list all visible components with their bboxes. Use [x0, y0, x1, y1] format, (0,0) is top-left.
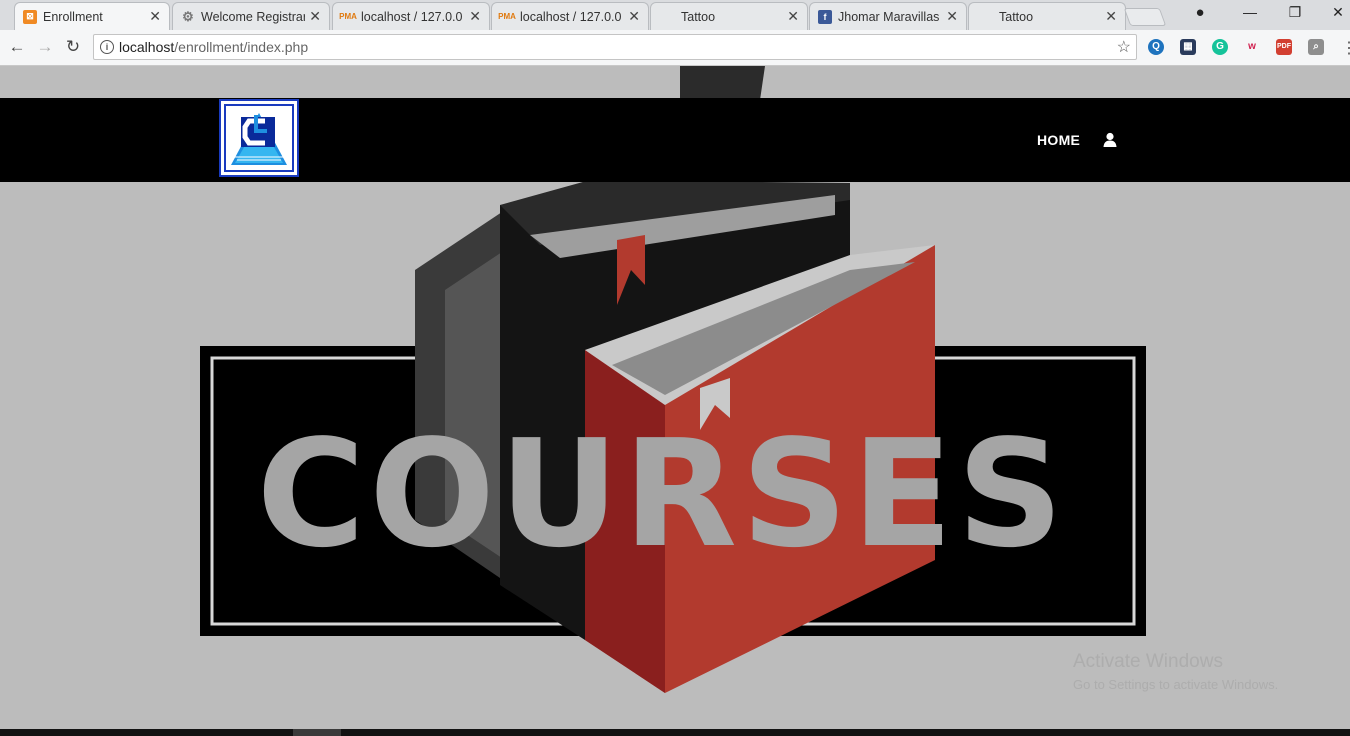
- hero-courses-text: COURSES: [257, 408, 1068, 580]
- close-tab-icon[interactable]: ✕: [946, 8, 958, 25]
- browser-toolbar: ← → ↻ i localhost/enrollment/index.php ☆…: [0, 30, 1350, 66]
- restore-button[interactable]: ❐: [1285, 4, 1305, 21]
- info-icon[interactable]: i: [100, 40, 114, 54]
- close-tab-icon[interactable]: ✕: [309, 8, 321, 25]
- close-tab-icon[interactable]: ✕: [628, 8, 640, 25]
- back-arrow-icon[interactable]: ←: [6, 37, 28, 57]
- xampp-icon: ⊠: [23, 9, 37, 24]
- extension-w-icon[interactable]: w: [1244, 39, 1260, 55]
- extension-search-icon[interactable]: Q: [1148, 39, 1164, 55]
- os-taskbar: [0, 729, 1350, 736]
- tab-facebook[interactable]: f Jhomar Maravillas ✕: [809, 2, 967, 30]
- tab-title: Tattoo: [999, 9, 1034, 24]
- nav-home-link[interactable]: HOME: [1037, 132, 1080, 148]
- windows-watermark-subtitle: Go to Settings to activate Windows.: [1073, 677, 1279, 692]
- tab-title: Welcome Registrar: [201, 9, 306, 24]
- taskbar-item[interactable]: [293, 729, 341, 736]
- phpmyadmin-icon: PMA: [339, 12, 357, 21]
- tab-title: Tattoo: [681, 9, 716, 24]
- gear-icon: ⚙: [182, 8, 194, 24]
- tab-title: Enrollment: [43, 9, 103, 24]
- reload-icon[interactable]: ↻: [62, 37, 84, 57]
- close-tab-icon[interactable]: ✕: [149, 8, 161, 25]
- close-tab-icon[interactable]: ✕: [1105, 8, 1117, 25]
- tab-title: localhost / 127.0.0: [361, 9, 463, 24]
- url-text[interactable]: localhost/enrollment/index.php: [119, 39, 308, 55]
- close-tab-icon[interactable]: ✕: [469, 8, 481, 25]
- browser-menu-icon[interactable]: ⋮: [1341, 38, 1350, 58]
- new-tab-button[interactable]: [1123, 8, 1167, 26]
- minimize-button[interactable]: —: [1240, 4, 1260, 20]
- pdf-extension-icon[interactable]: PDF: [1276, 39, 1292, 55]
- facebook-icon: f: [818, 9, 832, 24]
- tab-tattoo-2[interactable]: Tattoo ✕: [968, 2, 1126, 30]
- windows-watermark-title: Activate Windows: [1073, 651, 1223, 672]
- tab-tattoo-1[interactable]: Tattoo ✕: [650, 2, 808, 30]
- grammarly-icon[interactable]: G: [1212, 39, 1228, 55]
- school-logo-emblem: [224, 104, 294, 172]
- tab-enrollment[interactable]: ⊠ Enrollment ✕: [14, 2, 170, 30]
- tab-title: Jhomar Maravillas: [838, 9, 940, 24]
- address-bar[interactable]: i localhost/enrollment/index.php ☆: [93, 34, 1137, 60]
- bookmark-star-icon[interactable]: ☆: [1117, 37, 1131, 57]
- extension-magnifier-icon[interactable]: ⌕: [1308, 39, 1324, 55]
- tab-title: localhost / 127.0.0: [520, 9, 622, 24]
- tab-phpmyadmin-1[interactable]: PMA localhost / 127.0.0 ✕: [332, 2, 490, 30]
- phpmyadmin-icon: PMA: [498, 12, 516, 21]
- school-logo[interactable]: [219, 99, 299, 177]
- close-window-button[interactable]: ✕: [1328, 4, 1348, 21]
- profile-icon[interactable]: ●: [1190, 4, 1210, 21]
- site-navbar: HOME: [0, 98, 1350, 182]
- tab-welcome-registrar[interactable]: ⚙ Welcome Registrar ✕: [172, 2, 330, 30]
- close-tab-icon[interactable]: ✕: [787, 8, 799, 25]
- browser-tab-strip: ⊠ Enrollment ✕ ⚙ Welcome Registrar ✕ PMA…: [0, 0, 1350, 30]
- forward-arrow-icon[interactable]: →: [34, 37, 56, 57]
- extension-clapper-icon[interactable]: ▦: [1180, 39, 1196, 55]
- tab-phpmyadmin-2[interactable]: PMA localhost / 127.0.0 ✕: [491, 2, 649, 30]
- user-icon[interactable]: [1103, 132, 1117, 148]
